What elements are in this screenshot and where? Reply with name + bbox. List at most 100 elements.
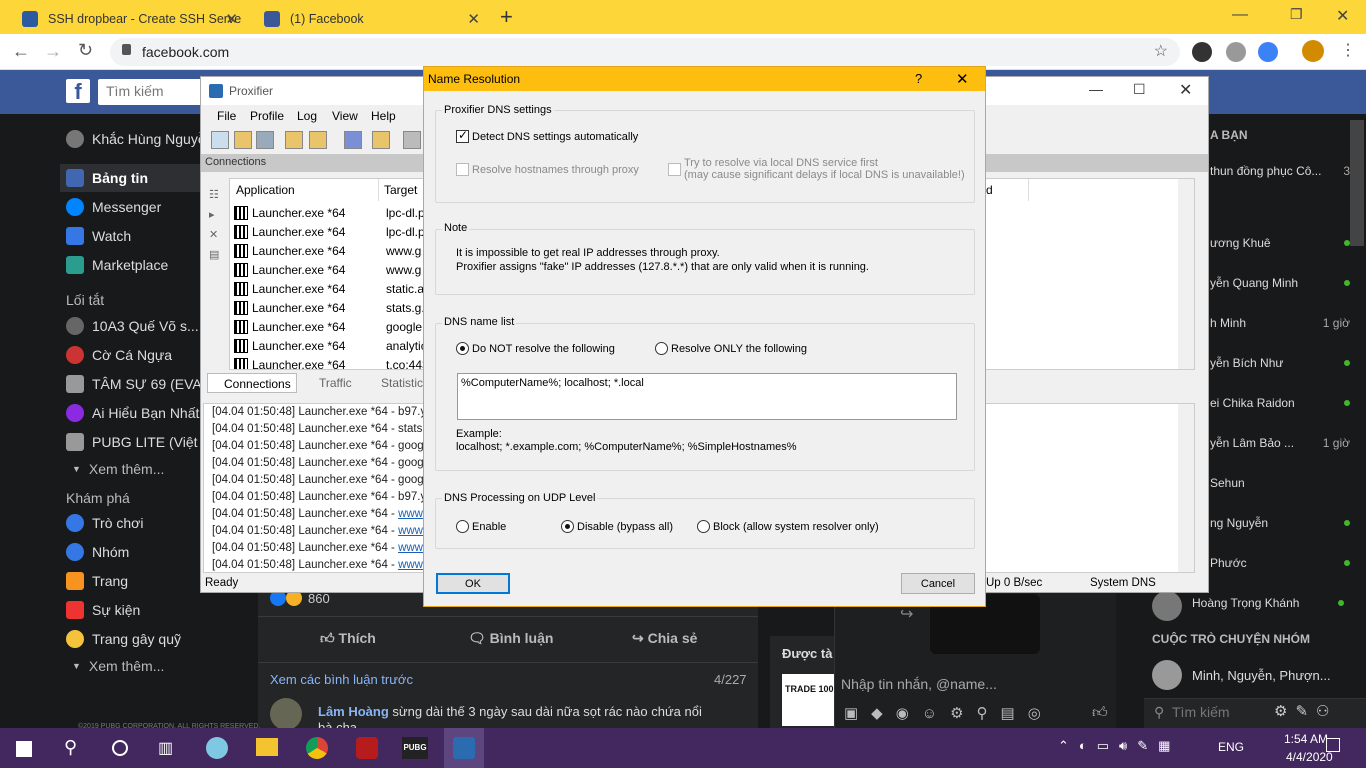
view-previous-comments-link[interactable]: Xem các bình luận trước [270, 672, 413, 687]
contact-avatar[interactable] [1152, 591, 1182, 621]
contact-item[interactable]: yễn Lâm Bảo ... 1 giờ [1210, 436, 1350, 450]
contact-item[interactable]: ương Khuê [1210, 236, 1350, 250]
connection-row[interactable]: Launcher.exe *64 stats.g. [234, 298, 425, 317]
extension-icon[interactable] [1192, 42, 1212, 62]
file-explorer-icon[interactable] [256, 738, 278, 756]
connection-row[interactable]: Launcher.exe *64 analytic [234, 336, 427, 355]
chat-tool-icons[interactable]: ▣◆◉☺⚙⚲▤◎ [844, 704, 1054, 722]
contacts-search-input[interactable]: Tìm kiếm [1172, 704, 1230, 720]
contact-item[interactable]: thun đồng phục Cô... 3 [1210, 164, 1350, 178]
nav-news-feed[interactable]: Bảng tin [66, 165, 148, 191]
close-tab-icon[interactable]: ✕ [225, 10, 238, 28]
back-icon[interactable]: ← [12, 41, 30, 62]
thumbs-up-icon[interactable]: 👍︎ [1092, 704, 1108, 722]
nav-messenger[interactable]: Messenger [66, 194, 161, 220]
shortcut-item[interactable]: PUBG LITE (Việt N [66, 429, 212, 455]
close-button[interactable]: ✕ [956, 70, 969, 88]
share-icon[interactable]: ↪ [900, 604, 913, 624]
connection-row[interactable]: Launcher.exe *64 static.a [234, 279, 424, 298]
like-button[interactable]: 👍︎ Thích [320, 630, 376, 647]
close-tab-icon[interactable]: ✕ [467, 10, 480, 28]
group-chat-avatar[interactable] [1152, 660, 1182, 690]
tab-connections[interactable]: Connections [207, 373, 297, 393]
task-view-icon[interactable]: ▥ [158, 738, 173, 758]
menu-help[interactable]: Help [371, 109, 396, 123]
toolbar-icon[interactable] [344, 131, 362, 149]
maximize-button[interactable]: ☐ [1133, 81, 1146, 98]
explore-item-events[interactable]: Sự kiện [66, 597, 140, 623]
dialog-title-bar[interactable]: Name Resolution ? ✕ [424, 67, 985, 91]
explore-item-games[interactable]: Trò chơi [66, 510, 143, 536]
toolbar-icon[interactable] [256, 131, 274, 149]
cancel-button[interactable]: Cancel [901, 573, 975, 594]
scrollbar[interactable] [1350, 120, 1364, 246]
toolbar-icon[interactable] [285, 131, 303, 149]
browser-tab-facebook[interactable]: (1) Facebook ✕ [250, 4, 490, 34]
chrome-icon[interactable] [306, 737, 328, 759]
comment-button[interactable]: 🗨︎ Bình luận [468, 630, 553, 647]
notification-icon[interactable] [1326, 738, 1340, 752]
commenter-avatar[interactable] [270, 698, 302, 730]
toolbar-icon[interactable] [309, 131, 327, 149]
try-local-dns-checkbox[interactable]: Try to resolve via local DNS service fir… [668, 157, 965, 181]
connection-row[interactable]: Launcher.exe *64 lpc-dl.p [234, 222, 425, 241]
minimize-button[interactable]: — [1232, 6, 1248, 24]
toolbar-icon[interactable] [372, 131, 390, 149]
pane-side-icons[interactable]: ☷ ▸ ✕ ▤ [209, 185, 219, 265]
sponsored-ad-image[interactable]: TRADE 100 [782, 674, 834, 726]
share-button[interactable]: ↪ Chia sẻ [632, 630, 697, 647]
menu-icon[interactable]: ⋮ [1340, 40, 1356, 60]
facebook-search-input[interactable]: Tìm kiếm [98, 79, 208, 105]
cortana-icon[interactable] [112, 740, 128, 756]
explore-item-fundraisers[interactable]: Trang gây quỹ [66, 626, 181, 652]
shortcut-item[interactable]: Ai Hiểu Bạn Nhất [66, 400, 199, 426]
ok-button[interactable]: OK [436, 573, 510, 594]
tab-statistics[interactable]: Statistics [365, 376, 429, 390]
close-window-button[interactable]: ✕ [1336, 6, 1349, 26]
help-button[interactable]: ? [915, 71, 922, 86]
udp-disable-radio[interactable]: Disable (bypass all) [561, 520, 673, 533]
facebook-logo-icon[interactable]: f [66, 79, 90, 104]
scrollbar[interactable] [1178, 404, 1194, 572]
connection-row[interactable]: Launcher.exe *64 www.g [234, 260, 421, 279]
garena-icon[interactable] [356, 737, 378, 759]
toolbar-icon[interactable] [234, 131, 252, 149]
clock-date[interactable]: 4/4/2020 [1286, 750, 1333, 764]
menu-view[interactable]: View [332, 109, 358, 123]
do-not-resolve-radio[interactable]: Do NOT resolve the following [456, 342, 615, 355]
menu-file[interactable]: File [217, 109, 236, 123]
contact-item[interactable]: Hoàng Trọng Khánh [1192, 596, 1344, 610]
shortcut-item[interactable]: Cờ Cá Ngựa [66, 342, 172, 368]
contact-item[interactable]: h Minh 1 giờ [1210, 316, 1350, 330]
connection-row[interactable]: Launcher.exe *64 lpc-dl.p [234, 203, 425, 222]
star-icon[interactable]: ☆ [1154, 41, 1168, 61]
contact-item[interactable]: Phước [1210, 556, 1350, 570]
nav-watch[interactable]: Watch [66, 223, 131, 249]
contacts-tool-icons[interactable]: ⚙✎⚇ [1274, 702, 1337, 720]
nav-marketplace[interactable]: Marketplace [66, 252, 168, 278]
language-indicator[interactable]: ENG [1218, 740, 1244, 754]
windows-start-icon[interactable] [16, 741, 32, 757]
contact-item[interactable]: Sehun [1210, 476, 1350, 490]
contact-item[interactable]: ei Chika Raidon [1210, 396, 1350, 410]
minimize-button[interactable]: — [1089, 81, 1103, 97]
connection-row[interactable]: Launcher.exe *64 t.co:443 [234, 355, 429, 369]
contact-item[interactable]: ng Nguyễn [1210, 516, 1350, 530]
print-icon[interactable] [403, 131, 421, 149]
paint-icon[interactable] [206, 737, 228, 759]
shortcut-item[interactable]: 10A3 Quế Võ s... [66, 313, 199, 339]
browser-tab-ssh[interactable]: SSH dropbear - Create SSH Serve ✕ [8, 4, 248, 34]
extension-icon[interactable] [1258, 42, 1278, 62]
group-chat-name[interactable]: Minh, Nguyễn, Phượn... [1192, 668, 1331, 683]
tab-traffic[interactable]: Traffic [303, 376, 352, 390]
see-more-link[interactable]: ▼ Xem thêm... [72, 653, 164, 679]
see-more-link[interactable]: ▼ Xem thêm... [72, 456, 164, 482]
nav-profile[interactable]: Khắc Hùng Nguyễn [66, 126, 213, 152]
explore-item-groups[interactable]: Nhóm [66, 539, 129, 565]
maximize-button[interactable]: ❐ [1290, 6, 1303, 23]
toolbar-icon[interactable] [211, 131, 229, 149]
proxifier-icon[interactable] [453, 737, 475, 759]
system-tray-icons[interactable]: ⌃◐▭🔊︎✎▦ [1058, 738, 1180, 754]
chat-message-input[interactable]: Nhập tin nhắn, @name... [841, 676, 997, 692]
new-tab-button[interactable]: + [500, 4, 513, 30]
